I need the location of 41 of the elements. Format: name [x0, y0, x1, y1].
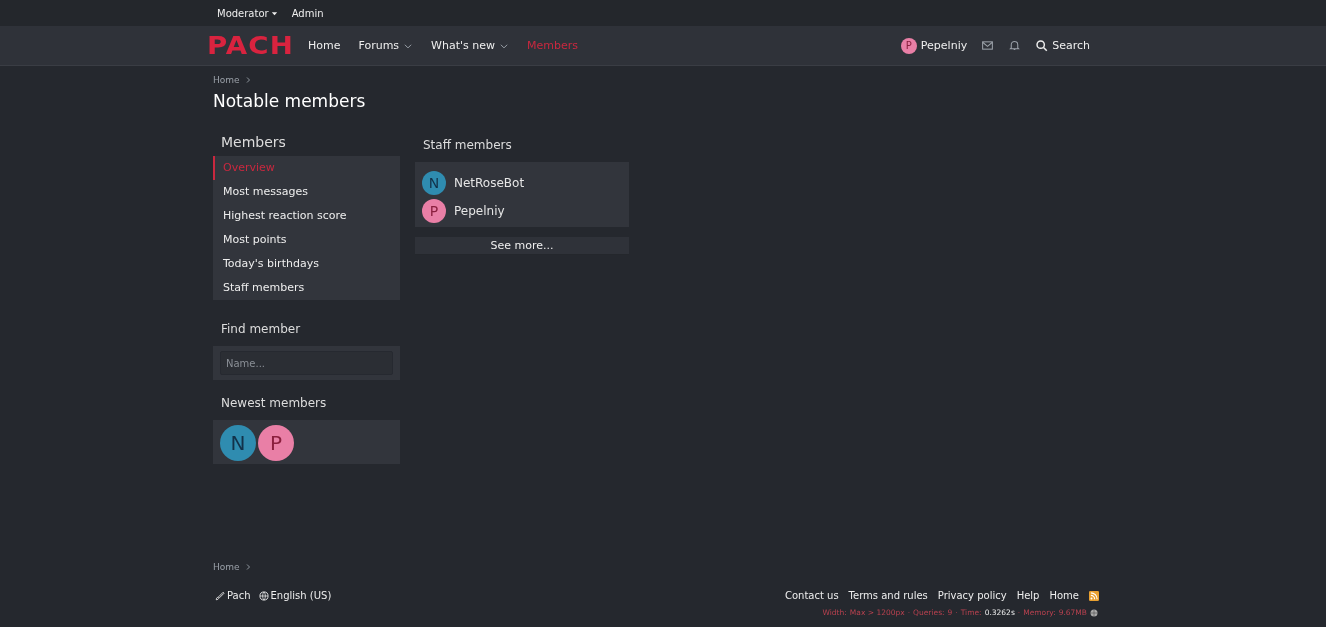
- brush-icon: [215, 590, 225, 601]
- name-field[interactable]: Name...: [220, 351, 393, 375]
- staff-link[interactable]: Admin: [291, 7, 324, 19]
- page-title: Notable members: [213, 91, 367, 111]
- search-button[interactable]: Search: [1035, 39, 1090, 52]
- username-link[interactable]: Pepelniy: [920, 39, 968, 52]
- block-heading: Members: [220, 133, 287, 152]
- avatar[interactable]: P: [422, 199, 446, 223]
- style-link[interactable]: Pach: [215, 590, 251, 601]
- staff-link[interactable]: Moderator: [217, 7, 278, 19]
- mail-icon: [981, 39, 995, 52]
- nav-tab[interactable]: Home: [299, 26, 350, 65]
- menu-item[interactable]: Most points: [213, 228, 400, 252]
- breadcrumb-link[interactable]: Home: [213, 75, 240, 85]
- footer-link[interactable]: Contact us: [784, 590, 839, 601]
- search-icon: [1035, 39, 1049, 52]
- block-heading: Newest members: [220, 395, 328, 412]
- menu-item[interactable]: Most messages: [213, 180, 400, 204]
- username-link[interactable]: Pepelniy: [454, 204, 505, 218]
- rss-icon: [1089, 590, 1099, 601]
- menu-item[interactable]: Highest reaction score: [213, 204, 400, 228]
- menu-item[interactable]: Today's birthdays: [213, 252, 400, 276]
- bell-icon: [1008, 39, 1022, 52]
- avatar[interactable]: P: [900, 37, 917, 54]
- language-link[interactable]: English (US): [258, 590, 332, 601]
- see-more-button[interactable]: See more...: [415, 237, 629, 255]
- footer-link[interactable]: Home: [1049, 590, 1079, 601]
- caret-down-icon: [270, 9, 278, 17]
- breadcrumb-link[interactable]: Home: [213, 562, 240, 572]
- globe-icon: [258, 590, 269, 601]
- block-heading: Find member: [220, 321, 302, 338]
- avatar[interactable]: N: [422, 171, 446, 195]
- block-heading: Staff members: [422, 137, 513, 154]
- globe-icon: [1090, 608, 1098, 617]
- footer-link[interactable]: Privacy policy: [937, 590, 1007, 601]
- menu-item[interactable]: Staff members: [213, 276, 400, 300]
- username-link[interactable]: NetRoseBot: [454, 176, 525, 190]
- nav-tab[interactable]: What's new: [422, 26, 518, 65]
- nav-tab[interactable]: Forums: [349, 26, 423, 65]
- footer-link[interactable]: Help: [1016, 590, 1040, 601]
- footer-link[interactable]: Terms and rules: [848, 590, 928, 601]
